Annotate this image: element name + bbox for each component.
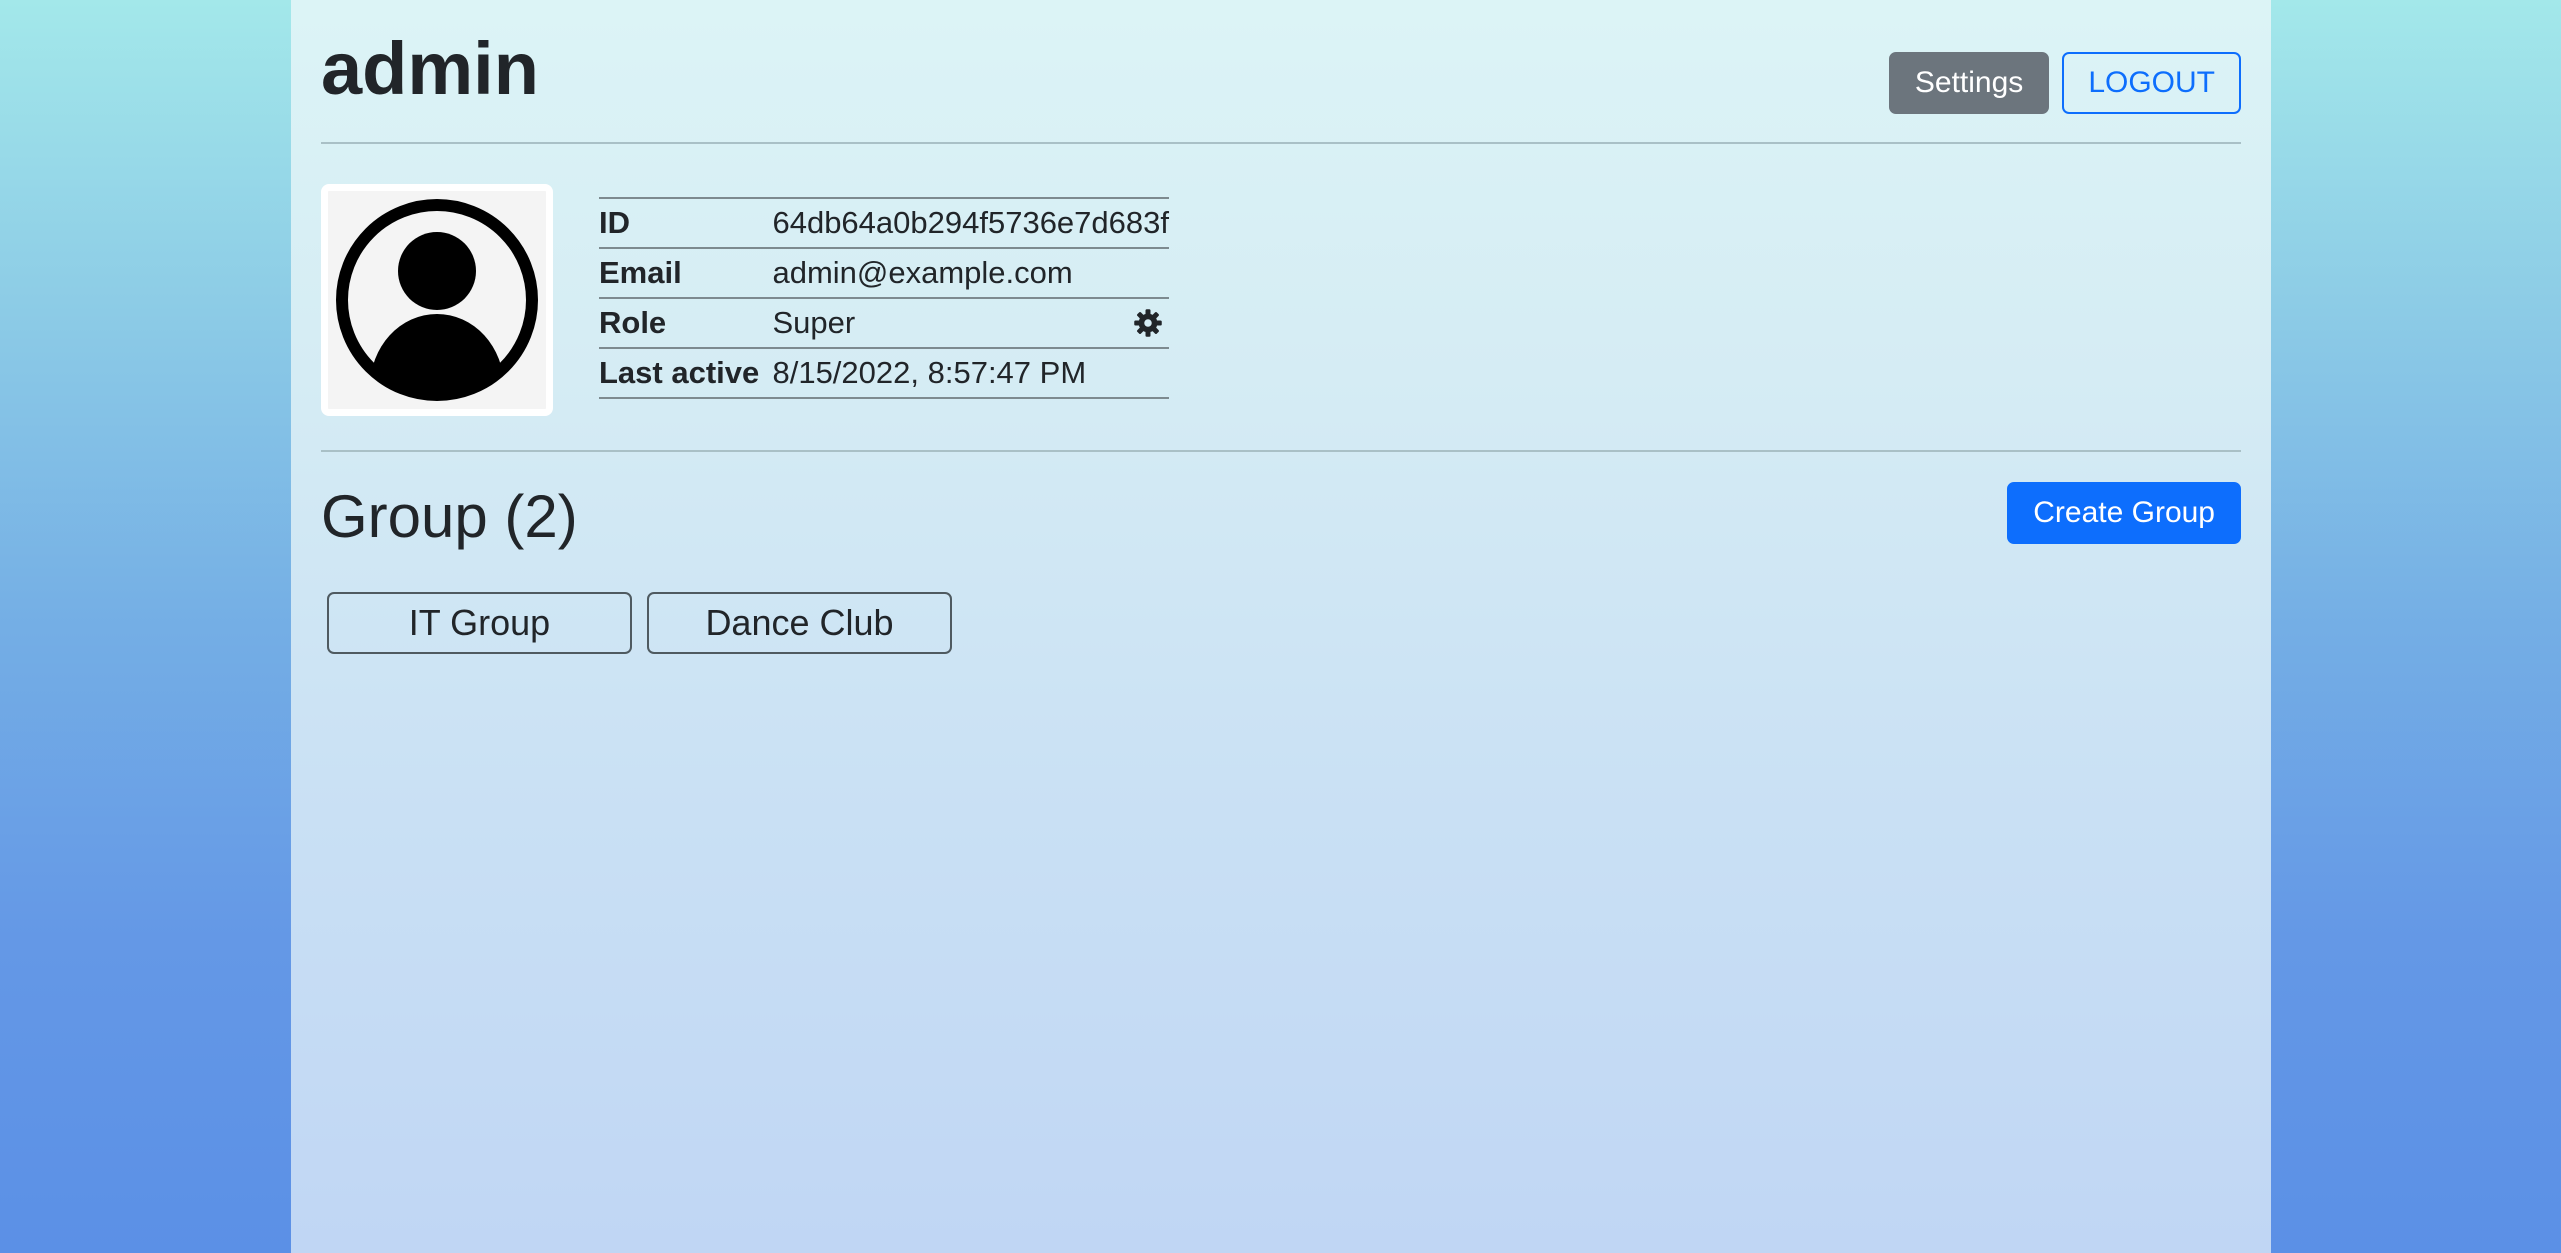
header-actions: Settings LOGOUT bbox=[1888, 52, 2241, 114]
page-title: admin bbox=[321, 27, 539, 110]
info-row-id: ID 64db64a0b294f5736e7d683f bbox=[599, 197, 1169, 248]
group-heading: Group (2) bbox=[321, 483, 578, 550]
email-label: Email bbox=[599, 247, 773, 298]
group-list: IT Group Dance Club bbox=[327, 592, 952, 654]
avatar bbox=[321, 184, 553, 416]
create-group-button[interactable]: Create Group bbox=[2007, 482, 2241, 544]
id-label: ID bbox=[599, 197, 773, 248]
logout-button[interactable]: LOGOUT bbox=[2062, 52, 2241, 114]
user-circle-icon bbox=[336, 199, 538, 401]
group-item-dance-club[interactable]: Dance Club bbox=[647, 592, 952, 654]
info-row-email: Email admin@example.com bbox=[599, 247, 1169, 298]
last-active-value: 8/15/2022, 8:57:47 PM bbox=[772, 347, 1169, 399]
profile-section: ID 64db64a0b294f5736e7d683f Email admin@… bbox=[321, 144, 2241, 452]
gear-icon[interactable] bbox=[1133, 308, 1163, 338]
content: admin Settings LOGOUT ID 64db64a0b294f57… bbox=[321, 0, 2241, 654]
user-info-table: ID 64db64a0b294f5736e7d683f Email admin@… bbox=[599, 197, 1169, 399]
info-row-role: Role Super bbox=[599, 297, 1169, 348]
page-header: admin Settings LOGOUT bbox=[321, 0, 2241, 144]
role-value: Super bbox=[772, 305, 856, 340]
main-container: admin Settings LOGOUT ID 64db64a0b294f57… bbox=[291, 0, 2271, 1253]
role-label: Role bbox=[599, 297, 773, 348]
group-item-it-group[interactable]: IT Group bbox=[327, 592, 632, 654]
role-cell: Super bbox=[772, 297, 1169, 348]
last-active-label: Last active bbox=[599, 347, 773, 399]
email-value: admin@example.com bbox=[772, 247, 1169, 298]
settings-button[interactable]: Settings bbox=[1888, 52, 2050, 114]
id-value: 64db64a0b294f5736e7d683f bbox=[772, 197, 1169, 248]
info-row-last-active: Last active 8/15/2022, 8:57:47 PM bbox=[599, 347, 1169, 399]
